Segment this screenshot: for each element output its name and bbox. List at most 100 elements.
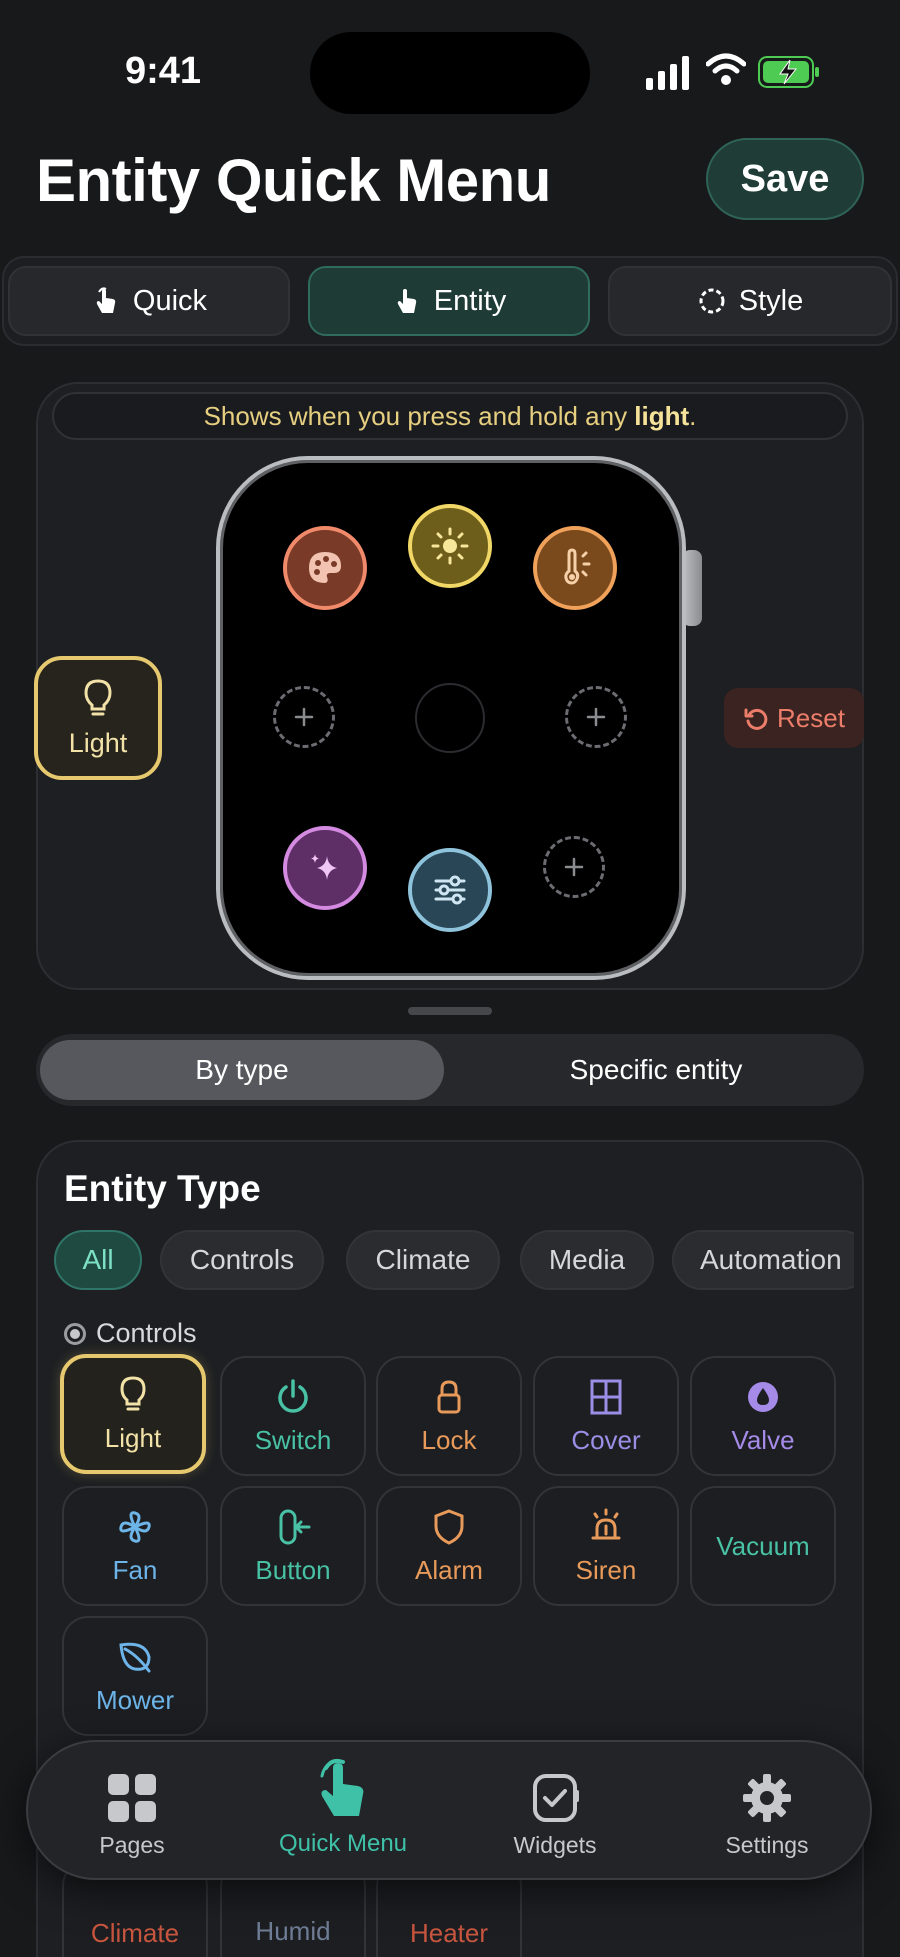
power-icon: [278, 1378, 308, 1413]
grid-icon: [108, 1773, 156, 1822]
filter-media[interactable]: Media: [520, 1230, 654, 1290]
hand-pointer-icon: [397, 289, 416, 313]
entity-type-label: Fan: [112, 1554, 158, 1585]
wifi-icon: [706, 53, 746, 85]
plus-icon: [564, 857, 584, 877]
group-label-text: Controls: [96, 1318, 197, 1348]
entity-type-siren[interactable]: Siren: [533, 1486, 679, 1606]
entity-type-alarm[interactable]: Alarm: [376, 1486, 522, 1606]
nav-widgets-label: Widgets: [513, 1831, 597, 1858]
plus-icon: [294, 707, 314, 727]
filter-climate[interactable]: Climate: [346, 1230, 500, 1290]
entity-type-mower[interactable]: Mower: [62, 1616, 208, 1736]
window-icon: [590, 1379, 622, 1414]
reset-icon: [744, 708, 768, 730]
entity-type-cover[interactable]: Cover: [533, 1356, 679, 1476]
hand-tap-icon: [96, 287, 116, 313]
tab-quick-label: Quick: [132, 284, 208, 317]
bulb-icon: [84, 678, 112, 715]
drop-icon: [748, 1381, 778, 1412]
color-temperature-icon: [564, 548, 591, 585]
page-title: Entity Quick Menu: [36, 147, 551, 214]
entity-type-label: Vacuum: [716, 1530, 810, 1561]
dashed-circle-icon: [699, 288, 725, 314]
leaf-icon: [119, 1642, 151, 1672]
entity-type-label: Mower: [95, 1684, 174, 1715]
cellular-signal-icon: [646, 56, 689, 90]
nav-settings[interactable]: Settings: [677, 1760, 857, 1870]
entity-type-label: Button: [255, 1554, 331, 1585]
entity-type-valve[interactable]: Valve: [690, 1356, 836, 1476]
entity-type-label: Light: [104, 1422, 162, 1453]
effects-sparkle-icon: [311, 854, 337, 880]
slot-add-right[interactable]: [565, 686, 627, 748]
sliders-icon: [434, 875, 466, 905]
option-by-type[interactable]: By type: [40, 1040, 444, 1100]
entity-type-label: Siren: [575, 1554, 637, 1585]
reset-label: Reset: [777, 702, 845, 733]
gear-icon: [743, 1773, 791, 1822]
slot-palette[interactable]: [283, 526, 367, 610]
entity-type-label: Humid: [255, 1916, 331, 1946]
selected-entity-label: Light: [68, 727, 128, 758]
entity-type-label: Heater: [409, 1918, 489, 1948]
nav-pages-label: Pages: [99, 1831, 165, 1858]
lock-icon: [437, 1379, 461, 1413]
entity-type-vacuum[interactable]: Vacuum: [690, 1486, 836, 1606]
sheet-grabber[interactable]: [408, 1007, 492, 1015]
reset-button[interactable]: Reset: [724, 688, 864, 748]
entity-type-label: Alarm: [415, 1554, 483, 1585]
nav-settings-label: Settings: [725, 1831, 809, 1858]
slot-brightness[interactable]: [408, 504, 492, 588]
entity-type-lock[interactable]: Lock: [376, 1356, 522, 1476]
slot-effects[interactable]: [283, 826, 367, 910]
tab-style[interactable]: Style: [608, 266, 892, 336]
tab-entity[interactable]: Entity: [308, 266, 590, 336]
entity-type-label: Climate: [90, 1918, 180, 1948]
status-time: 9:41: [125, 50, 202, 92]
nav-pages[interactable]: Pages: [42, 1760, 222, 1870]
palette-icon: [309, 552, 341, 583]
nav-widgets[interactable]: Widgets: [465, 1760, 645, 1870]
entity-type-label: Cover: [571, 1424, 641, 1455]
entity-type-label: Valve: [731, 1424, 795, 1455]
tab-quick[interactable]: Quick: [8, 266, 290, 336]
entity-type-light[interactable]: Light: [60, 1354, 206, 1474]
fan-icon: [119, 1510, 151, 1543]
tab-entity-label: Entity: [433, 284, 507, 317]
hint-entity: light: [634, 400, 690, 431]
group-label-controls: Controls: [64, 1318, 197, 1349]
selected-entity-chip[interactable]: Light: [34, 656, 162, 780]
plus-icon: [586, 707, 606, 727]
entity-type-label: Switch: [254, 1424, 332, 1455]
tab-style-label: Style: [738, 284, 804, 317]
battery-charging-icon: [758, 56, 819, 88]
slot-add-left[interactable]: [273, 686, 335, 748]
siren-icon: [591, 1508, 621, 1539]
brightness-icon: [431, 527, 469, 565]
watch-check-icon: [533, 1773, 579, 1822]
bulb-icon: [120, 1375, 146, 1410]
entity-type-switch[interactable]: Switch: [220, 1356, 366, 1476]
option-specific-entity[interactable]: Specific entity: [452, 1040, 860, 1100]
hand-tap-icon: [320, 1758, 364, 1816]
slot-color-temperature[interactable]: [533, 526, 617, 610]
entity-type-label: Lock: [421, 1424, 477, 1455]
filter-chips: All Controls Climate Media Automation: [54, 1230, 854, 1292]
hint-text: Shows when you press and hold any: [203, 400, 635, 431]
slot-sliders[interactable]: [408, 848, 492, 932]
dynamic-island: [310, 32, 590, 114]
nav-quick-menu[interactable]: Quick Menu: [253, 1752, 433, 1862]
hint-pill: Shows when you press and hold any light.: [52, 392, 848, 440]
entity-type-button[interactable]: Button: [220, 1486, 366, 1606]
save-button[interactable]: Save: [706, 138, 864, 220]
filter-automation[interactable]: Automation: [672, 1230, 854, 1290]
filter-controls[interactable]: Controls: [160, 1230, 324, 1290]
slot-add-bottom[interactable]: [543, 836, 605, 898]
nav-quick-menu-label: Quick Menu: [278, 1830, 408, 1857]
entity-type-fan[interactable]: Fan: [62, 1486, 208, 1606]
filter-all[interactable]: All: [54, 1230, 142, 1290]
shield-icon: [434, 1508, 464, 1545]
hint-suffix: .: [689, 400, 697, 431]
slot-center: [415, 683, 485, 753]
